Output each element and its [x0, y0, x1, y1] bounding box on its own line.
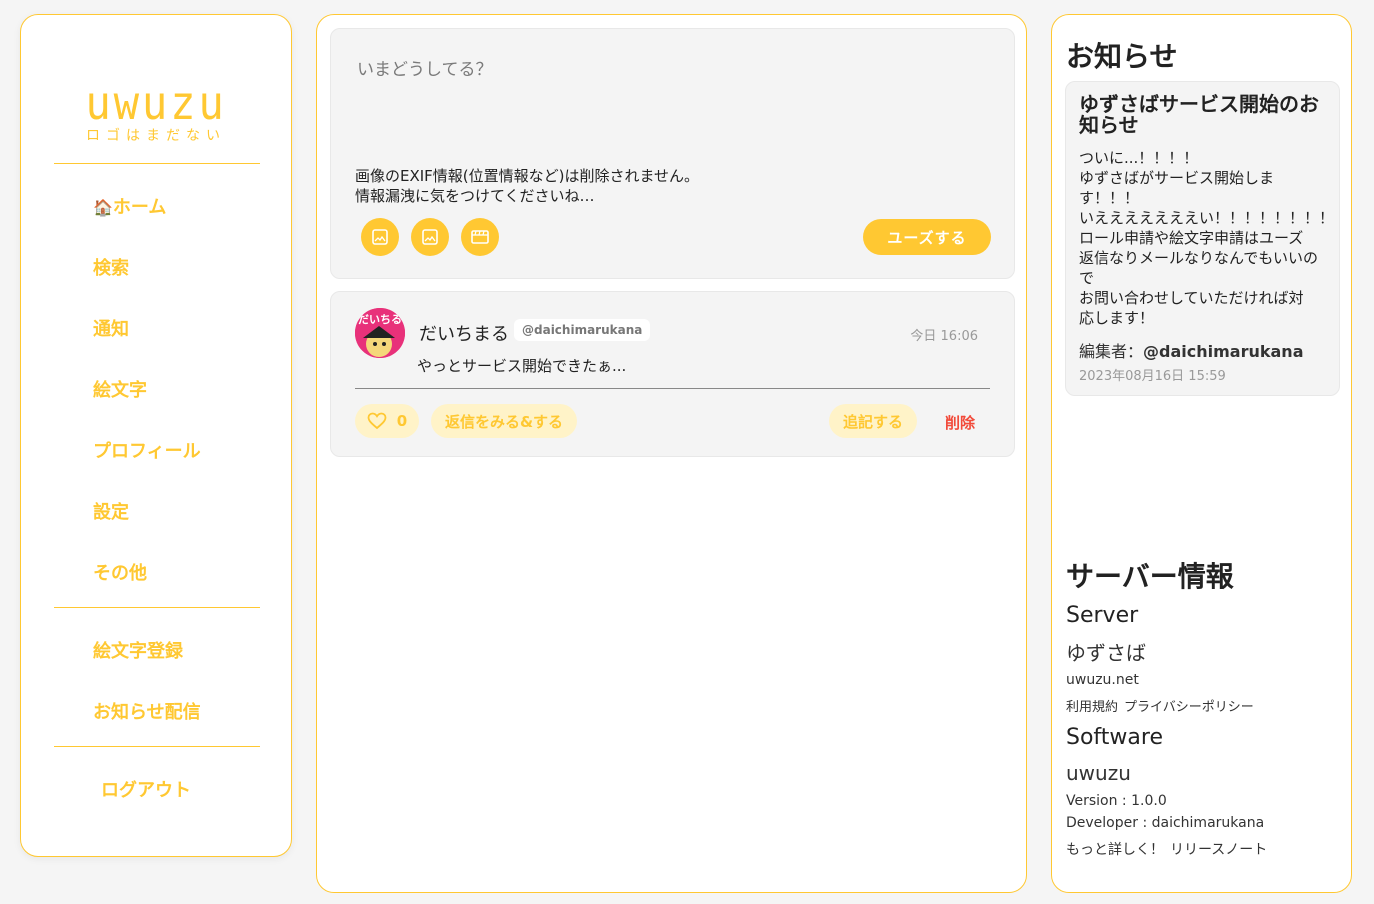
post-author-handle[interactable]: @daichimarukana [514, 319, 651, 341]
logo[interactable]: uwuzu ロゴはまだない [21, 77, 291, 145]
divider [54, 746, 260, 747]
notice-body: ついに...！！！！ ゆずさばがサービス開始しま す！！！ いえええええええい！… [1079, 149, 1335, 327]
release-notes-link[interactable]: リリースノート [1170, 842, 1267, 858]
avatar-text: だいちる [358, 313, 402, 326]
post-timestamp: 今日 16:06 [910, 329, 978, 344]
server-info-heading: サーバー情報 [1066, 560, 1234, 593]
nav-item-emoji[interactable]: 絵文字 [93, 376, 147, 402]
attach-image-button-2[interactable] [411, 218, 449, 256]
post-author-name[interactable]: だいちまる [419, 320, 509, 346]
nav-item-search[interactable]: 検索 [93, 254, 129, 280]
nav-item-other[interactable]: その他 [93, 559, 147, 585]
server-domain: uwuzu.net [1066, 672, 1139, 688]
privacy-link[interactable]: プライバシーポリシー [1124, 700, 1254, 715]
notice-editor-handle[interactable]: @daichimarukana [1143, 342, 1303, 361]
logo-text: uwuzu [85, 76, 227, 130]
software-links: もっと詳しく！ リリースノート [1066, 839, 1273, 859]
nav-item-notifications[interactable]: 通知 [93, 315, 129, 341]
notice-editor: 編集者：@daichimarukana [1079, 338, 1303, 362]
timeline: いまどうしてる？ 画像のEXIF情報(位置情報など)は削除されません。 情報漏洩… [316, 14, 1027, 893]
nav-item-home[interactable]: 🏠ホーム [93, 193, 166, 219]
video-icon [471, 230, 489, 244]
avatar[interactable]: だいちる [355, 308, 405, 358]
more-info-link[interactable]: もっと詳しく！ [1066, 842, 1164, 858]
notice-date: 2023年08月16日 15:59 [1079, 369, 1226, 384]
nav-item-label: ホーム [112, 197, 167, 218]
software-label: Software [1066, 725, 1163, 750]
software-developer: Developer : daichimarukana [1066, 815, 1265, 831]
right-panel: お知らせ ゆずさばサービス開始のお知らせ ついに...！！！！ ゆずさばがサービ… [1051, 14, 1352, 893]
notice-card-title: ゆずさばサービス開始のお知らせ [1079, 92, 1319, 137]
house-icon: 🏠 [93, 198, 113, 217]
notice-card: ゆずさばサービス開始のお知らせ ついに...！！！！ ゆずさばがサービス開始しま… [1065, 81, 1340, 396]
reply-button[interactable]: 返信をみる&する [431, 404, 577, 438]
composer-input[interactable]: いまどうしてる？ [357, 55, 493, 80]
submit-button[interactable]: ユーズする [863, 219, 991, 255]
software-version: Version : 1.0.0 [1066, 793, 1167, 809]
exif-warning: 画像のEXIF情報(位置情報など)は削除されません。 情報漏洩に気をつけてくださ… [355, 166, 699, 206]
software-name: uwuzu [1066, 761, 1131, 785]
server-links: 利用規約 プライバシーポリシー [1066, 696, 1260, 715]
logout-button[interactable]: ログアウト [101, 776, 191, 802]
append-button[interactable]: 追記する [829, 404, 917, 438]
post-body: やっとサービス開始できたぁ... [417, 357, 627, 375]
delete-button[interactable]: 削除 [945, 412, 975, 433]
exif-warning-line: 画像のEXIF情報(位置情報など)は削除されません。 [355, 167, 700, 185]
attach-image-button[interactable] [361, 218, 399, 256]
divider [54, 607, 260, 608]
server-name: ゆずさば [1066, 641, 1146, 665]
image-icon [372, 229, 388, 245]
post-card: だいちる だいちまる @daichimarukana 今日 16:06 やっとサ… [330, 291, 1015, 457]
sidebar: uwuzu ロゴはまだない 🏠ホーム 検索 通知 絵文字 プロフィール 設定 そ… [20, 14, 292, 857]
server-label: Server [1066, 603, 1139, 628]
like-count: 0 [396, 412, 408, 430]
attach-video-button[interactable] [461, 218, 499, 256]
nav-item-announce[interactable]: お知らせ配信 [93, 698, 201, 724]
nav-item-settings[interactable]: 設定 [93, 498, 129, 524]
avatar-image: だいちる [355, 308, 405, 358]
nav-item-profile[interactable]: プロフィール [93, 437, 201, 463]
terms-link[interactable]: 利用規約 [1066, 700, 1118, 715]
divider [355, 388, 990, 389]
exif-warning-line: 情報漏洩に気をつけてくださいね… [355, 187, 595, 205]
divider [54, 163, 260, 164]
like-button[interactable]: 0 [355, 404, 419, 438]
notice-editor-label: 編集者： [1079, 342, 1144, 361]
nav-item-emoji-register[interactable]: 絵文字登録 [93, 637, 183, 663]
heart-icon [367, 412, 387, 430]
notice-heading: お知らせ [1066, 40, 1178, 73]
image-icon [422, 229, 438, 245]
composer: いまどうしてる？ 画像のEXIF情報(位置情報など)は削除されません。 情報漏洩… [330, 28, 1015, 279]
